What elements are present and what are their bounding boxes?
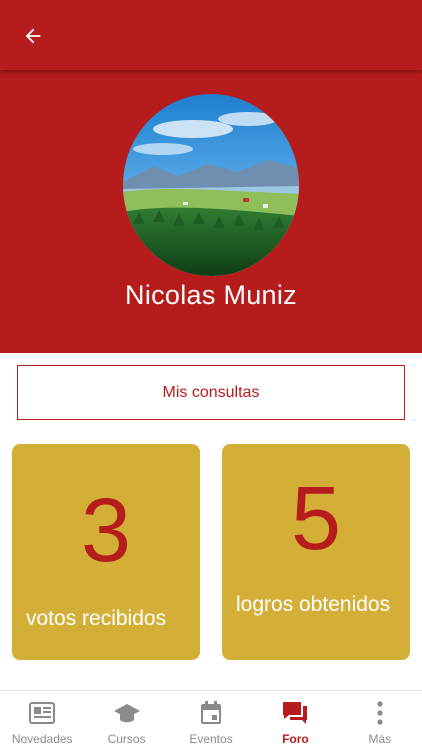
votes-count: 3	[80, 481, 132, 581]
profile-header: Nicolas Muniz	[0, 70, 422, 353]
landscape-photo	[123, 94, 299, 276]
nav-item-cursos[interactable]: Cursos	[84, 691, 168, 750]
votes-label: votos recibidos	[26, 607, 167, 630]
votes-card[interactable]: 3 votos recibidos	[12, 444, 200, 660]
nav-item-mas[interactable]: Más	[338, 691, 422, 750]
nav-item-novedades[interactable]: Novedades	[0, 691, 84, 750]
mis-consultas-button[interactable]: Mis consultas	[17, 365, 405, 420]
arrow-left-icon	[25, 28, 41, 44]
more-vertical-icon	[365, 699, 395, 727]
newspaper-icon	[27, 699, 57, 727]
calendar-icon	[196, 699, 226, 727]
nav-label-foro: Foro	[282, 732, 309, 746]
achievements-label: logros obtenidos	[236, 593, 391, 616]
achievements-card[interactable]: 5 logros obtenidos	[222, 444, 410, 660]
achievements-count: 5	[290, 469, 342, 569]
nav-item-eventos[interactable]: Eventos	[169, 691, 253, 750]
nav-label-cursos: Cursos	[107, 732, 146, 746]
app-bar	[0, 0, 422, 70]
profile-name: Nicolas Muniz	[125, 280, 297, 310]
graduation-cap-icon	[112, 699, 142, 727]
nav-label-eventos: Eventos	[189, 732, 233, 746]
nav-item-foro[interactable]: Foro	[253, 691, 337, 750]
nav-label-novedades: Novedades	[11, 732, 73, 746]
nav-label-mas: Más	[368, 732, 392, 746]
back-button[interactable]	[14, 17, 52, 55]
forum-icon	[280, 699, 310, 727]
bottom-navigation: Novedades Cursos Eventos Foro Más	[0, 690, 422, 750]
avatar[interactable]	[123, 94, 299, 276]
